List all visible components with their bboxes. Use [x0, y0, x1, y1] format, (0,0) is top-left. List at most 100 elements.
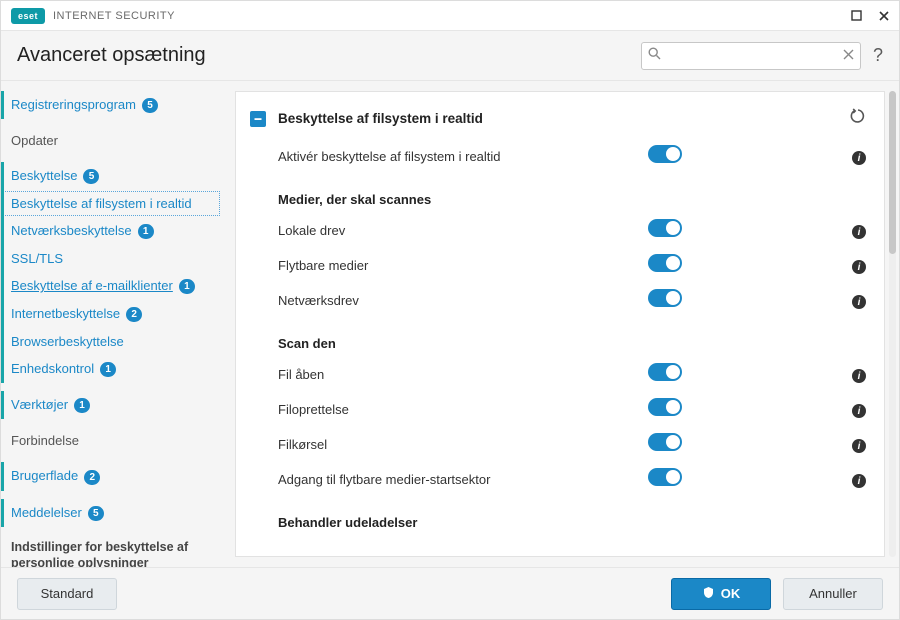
- sidebar-item-3[interactable]: Beskyttelse af filsystem i realtid: [1, 190, 221, 217]
- sidebar-badge: 1: [100, 362, 116, 377]
- collapse-icon[interactable]: [250, 111, 266, 127]
- sidebar-badge: 5: [88, 506, 104, 521]
- sidebar-badge: 2: [84, 470, 100, 485]
- brand: eset INTERNET SECURITY: [11, 8, 175, 24]
- sidebar-item-0[interactable]: Registreringsprogram 5: [1, 91, 221, 119]
- info-icon[interactable]: i: [852, 292, 866, 310]
- setting-row: Fil åben i: [250, 357, 866, 392]
- sidebar-item-label: Forbindelse: [11, 433, 79, 448]
- sidebar-item-7[interactable]: Internetbeskyttelse 2: [1, 300, 221, 328]
- sidebar-item-label: Registreringsprogram: [11, 97, 136, 112]
- setting-row: Netværksdrev i: [250, 283, 866, 318]
- cancel-button[interactable]: Annuller: [783, 578, 883, 610]
- clear-search-icon[interactable]: [843, 47, 854, 65]
- toggle-switch[interactable]: [648, 468, 682, 486]
- sidebar-item-4[interactable]: Netværksbeskyttelse 1: [1, 217, 221, 245]
- sidebar-item-9[interactable]: Enhedskontrol 1: [1, 355, 221, 383]
- sidebar-badge: 2: [126, 307, 142, 322]
- setting-label: Fil åben: [278, 367, 648, 382]
- setting-label: Lokale drev: [278, 223, 648, 238]
- footer: Standard OK Annuller: [1, 567, 899, 619]
- subheading-scan: Scan den: [250, 318, 866, 357]
- setting-row: Adgang til flytbare medier-startsektor i: [250, 462, 866, 497]
- info-icon[interactable]: i: [852, 471, 866, 489]
- setting-label: Adgang til flytbare medier-startsektor: [278, 472, 648, 487]
- setting-row: Flytbare medier i: [250, 248, 866, 283]
- sidebar-item-label: Værktøjer: [11, 397, 68, 412]
- info-icon[interactable]: i: [852, 436, 866, 454]
- toggle-switch[interactable]: [648, 289, 682, 307]
- toggle-switch[interactable]: [648, 145, 682, 163]
- section-realtime: Beskyttelse af filsystem i realtid Aktiv…: [236, 92, 884, 548]
- info-icon[interactable]: i: [852, 222, 866, 240]
- ok-label: OK: [721, 586, 741, 601]
- brand-logo: eset: [11, 8, 45, 24]
- sidebar-item-5[interactable]: SSL/TLS: [1, 245, 221, 272]
- sidebar-item-12[interactable]: Brugerflade 2: [1, 462, 221, 490]
- info-icon[interactable]: i: [852, 401, 866, 419]
- page-title: Avanceret opsætning: [17, 44, 206, 67]
- subheading-exclusions: Behandler udeladelser: [250, 497, 866, 536]
- content-panel: Beskyttelse af filsystem i realtid Aktiv…: [235, 91, 885, 557]
- toggle-switch[interactable]: [648, 398, 682, 416]
- toggle-switch[interactable]: [648, 433, 682, 451]
- section-title: Beskyttelse af filsystem i realtid: [278, 111, 838, 126]
- body: Registreringsprogram 5 Opdater Beskyttelse 5…: [1, 81, 899, 567]
- window-controls: [849, 9, 891, 23]
- sidebar-item-8[interactable]: Browserbeskyttelse: [1, 328, 221, 355]
- search-box[interactable]: [641, 42, 861, 70]
- sidebar-item-13[interactable]: Meddelelser 5: [1, 499, 221, 527]
- toggle-switch[interactable]: [648, 363, 682, 381]
- help-icon[interactable]: ?: [873, 45, 883, 66]
- sidebar-item-label: Enhedskontrol: [11, 361, 94, 376]
- sidebar-item-10[interactable]: Værktøjer 1: [1, 391, 221, 419]
- info-icon[interactable]: i: [852, 366, 866, 384]
- info-icon[interactable]: i: [852, 257, 866, 275]
- product-name: INTERNET SECURITY: [53, 10, 175, 22]
- sidebar-badge: 1: [138, 224, 154, 239]
- setting-label: Filoprettelse: [278, 402, 648, 417]
- scrollbar-thumb[interactable]: [889, 91, 896, 254]
- toggle-switch[interactable]: [648, 254, 682, 272]
- sidebar-badge: 1: [179, 279, 195, 294]
- search-icon: [648, 47, 661, 65]
- maximize-icon[interactable]: [849, 9, 863, 23]
- search-input[interactable]: [642, 43, 860, 69]
- sidebar-footnote[interactable]: Indstillinger for beskyttelse af personl…: [1, 527, 221, 567]
- sidebar-item-label: Opdater: [11, 133, 58, 148]
- shield-icon: [702, 586, 715, 602]
- subheading-media: Medier, der skal scannes: [250, 174, 866, 213]
- sidebar-badge: 5: [142, 98, 158, 113]
- sidebar-item-11[interactable]: Forbindelse: [1, 427, 221, 454]
- setting-label: Flytbare medier: [278, 258, 648, 273]
- sidebar-badge: 1: [74, 398, 90, 413]
- title-bar: eset INTERNET SECURITY: [1, 1, 899, 31]
- revert-icon[interactable]: [850, 108, 866, 129]
- ok-button[interactable]: OK: [671, 578, 771, 610]
- setting-label: Netværksdrev: [278, 293, 648, 308]
- page-header: Avanceret opsætning ?: [1, 31, 899, 81]
- setting-row: Filoprettelse i: [250, 392, 866, 427]
- scrollbar[interactable]: [889, 91, 896, 557]
- sidebar: Registreringsprogram 5 Opdater Beskyttelse 5…: [1, 81, 229, 567]
- default-button[interactable]: Standard: [17, 578, 117, 610]
- sidebar-item-label: Internetbeskyttelse: [11, 306, 120, 321]
- sidebar-item-1[interactable]: Opdater: [1, 127, 221, 154]
- sidebar-item-label: Beskyttelse: [11, 168, 77, 183]
- setting-label: Filkørsel: [278, 437, 648, 452]
- sidebar-item-label: Browserbeskyttelse: [11, 334, 124, 349]
- setting-row: Filkørsel i: [250, 427, 866, 462]
- sidebar-item-2[interactable]: Beskyttelse 5: [1, 162, 221, 190]
- sidebar-badge: 5: [83, 169, 99, 184]
- sidebar-item-label: Beskyttelse af filsystem i realtid: [11, 196, 192, 211]
- sidebar-item-label: Brugerflade: [11, 468, 78, 483]
- close-icon[interactable]: [877, 9, 891, 23]
- toggle-switch[interactable]: [648, 219, 682, 237]
- setting-row: Aktivér beskyttelse af filsystem i realt…: [250, 139, 866, 174]
- sidebar-item-label: Netværksbeskyttelse: [11, 223, 132, 238]
- info-icon[interactable]: i: [852, 148, 866, 166]
- sidebar-item-6[interactable]: Beskyttelse af e-mailklienter 1: [1, 272, 221, 300]
- setting-row: Lokale drev i: [250, 213, 866, 248]
- sidebar-item-label: Meddelelser: [11, 505, 82, 520]
- sidebar-item-label: Beskyttelse af e-mailklienter: [11, 278, 173, 293]
